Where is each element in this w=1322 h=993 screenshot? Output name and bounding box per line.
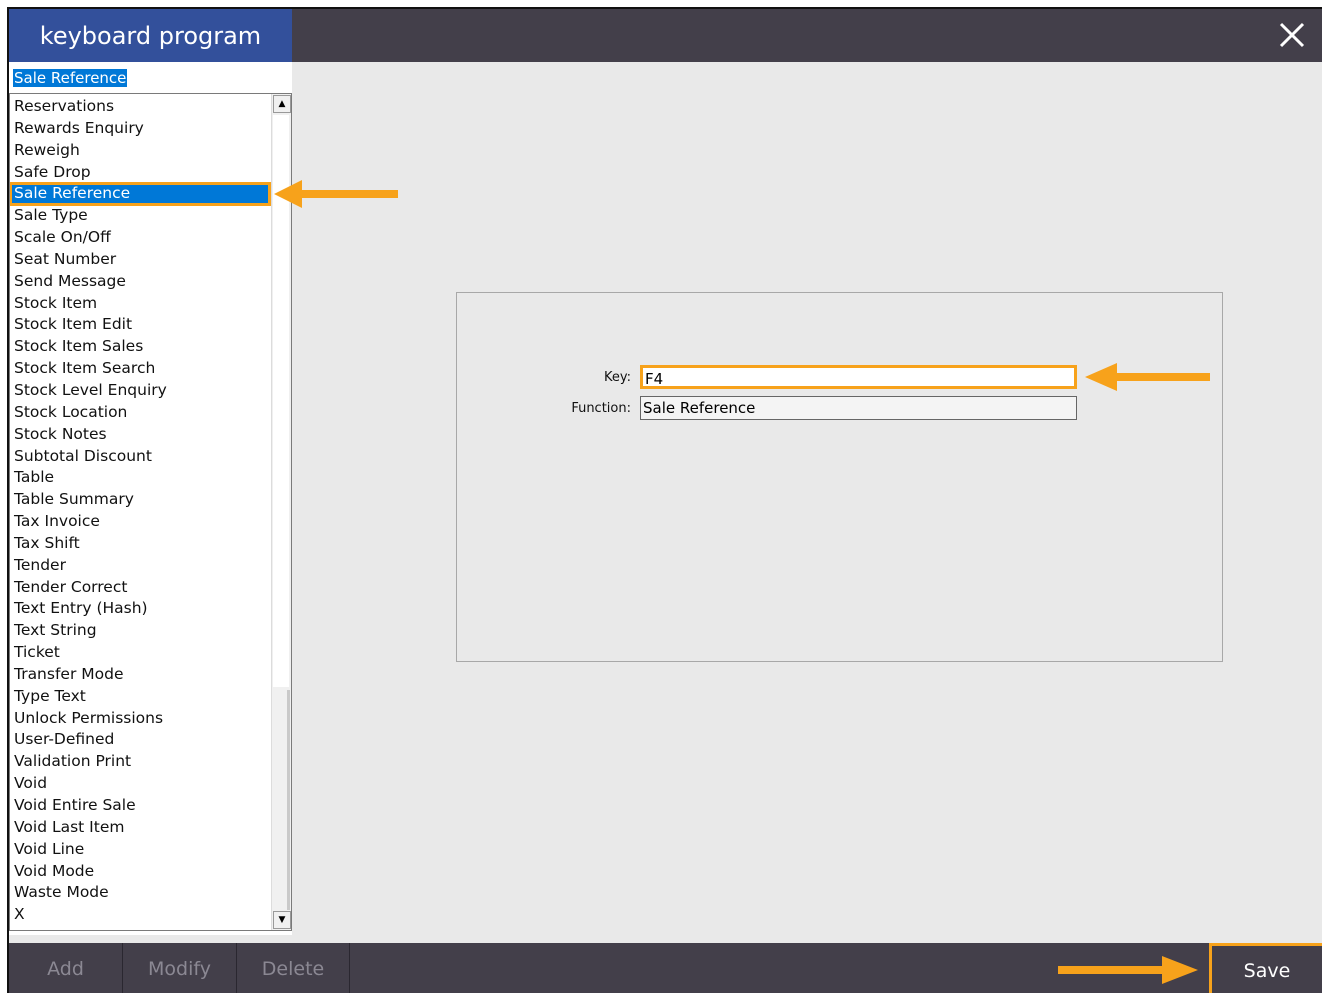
list-item[interactable]: Rewards Enquiry bbox=[10, 118, 270, 140]
list-item[interactable]: Stock Item Search bbox=[10, 358, 270, 380]
list-item[interactable]: Void Last Item bbox=[10, 817, 270, 839]
list-item[interactable]: Tender Correct bbox=[10, 577, 270, 599]
list-item[interactable]: Stock Item Edit bbox=[10, 314, 270, 336]
list-item[interactable]: Void Line bbox=[10, 839, 270, 861]
close-icon bbox=[1279, 22, 1305, 48]
function-listbox[interactable]: Reservations Rewards Enquiry Reweigh Safe D… bbox=[9, 93, 292, 931]
list-item[interactable]: Validation Print bbox=[10, 751, 270, 773]
modify-button[interactable]: Modify bbox=[123, 943, 237, 993]
function-label: Function: bbox=[571, 401, 631, 416]
list-item[interactable]: Void Entire Sale bbox=[10, 795, 270, 817]
scroll-up-button[interactable]: ▲ bbox=[273, 95, 291, 113]
scroll-track-shadow bbox=[287, 690, 290, 910]
close-button[interactable] bbox=[1276, 19, 1308, 51]
list-item[interactable]: Scale On/Off bbox=[10, 227, 270, 249]
list-item[interactable]: Table bbox=[10, 467, 270, 489]
function-search-input[interactable] bbox=[11, 64, 290, 92]
list-item[interactable]: Unlock Permissions bbox=[10, 708, 270, 730]
arrow-left-icon bbox=[274, 180, 398, 208]
list-item[interactable]: Tax Shift bbox=[10, 533, 270, 555]
function-list: Reservations Rewards Enquiry Reweigh Safe D… bbox=[10, 96, 271, 926]
title-bar: keyboard program bbox=[9, 9, 1322, 62]
list-item[interactable]: Type Text bbox=[10, 686, 270, 708]
list-item[interactable]: X bbox=[10, 904, 270, 926]
list-item[interactable]: Reweigh bbox=[10, 140, 270, 162]
list-item[interactable]: Reservations bbox=[10, 96, 270, 118]
scroll-down-icon: ▼ bbox=[278, 915, 286, 925]
list-item[interactable]: Text Entry (Hash) bbox=[10, 598, 270, 620]
window-title: keyboard program bbox=[9, 9, 292, 62]
scroll-down-button[interactable]: ▼ bbox=[273, 911, 291, 929]
list-item[interactable]: Table Summary bbox=[10, 489, 270, 511]
key-detail-panel: Key: F4 Function: Sale Reference bbox=[456, 292, 1223, 662]
list-item[interactable]: Sale Type bbox=[10, 205, 270, 227]
function-sidebar: Sale Reference Reservations Rewards Enqui… bbox=[9, 62, 292, 935]
list-item[interactable]: Tender bbox=[10, 555, 270, 577]
list-item[interactable]: Waste Mode bbox=[10, 882, 270, 904]
function-field: Sale Reference bbox=[640, 396, 1077, 420]
list-item[interactable]: Stock Location bbox=[10, 402, 270, 424]
delete-button[interactable]: Delete bbox=[237, 943, 350, 993]
list-item[interactable]: Tax Invoice bbox=[10, 511, 270, 533]
list-item[interactable]: Void bbox=[10, 773, 270, 795]
arrow-right-icon bbox=[1058, 956, 1198, 984]
list-item[interactable]: Stock Notes bbox=[10, 424, 270, 446]
list-item[interactable]: Subtotal Discount bbox=[10, 446, 270, 468]
list-item[interactable]: User-Defined bbox=[10, 729, 270, 751]
add-button[interactable]: Add bbox=[9, 943, 123, 993]
list-item[interactable]: Stock Item Sales bbox=[10, 336, 270, 358]
list-item[interactable]: Send Message bbox=[10, 271, 270, 293]
key-field[interactable]: F4 bbox=[640, 365, 1077, 389]
scroll-up-icon: ▲ bbox=[278, 99, 286, 109]
list-scrollbar[interactable]: ▲ ▼ bbox=[271, 94, 291, 930]
arrow-left-icon bbox=[1085, 363, 1210, 391]
list-item-selected[interactable]: Sale Reference bbox=[10, 182, 271, 207]
save-button[interactable]: Save bbox=[1209, 943, 1322, 993]
list-item[interactable]: Stock Item bbox=[10, 293, 270, 315]
list-item[interactable]: Void Mode bbox=[10, 861, 270, 883]
list-item[interactable]: Seat Number bbox=[10, 249, 270, 271]
key-label: Key: bbox=[603, 370, 631, 385]
list-item[interactable]: Ticket bbox=[10, 642, 270, 664]
list-item[interactable]: Text String bbox=[10, 620, 270, 642]
list-item[interactable]: Stock Level Enquiry bbox=[10, 380, 270, 402]
list-item[interactable]: Safe Drop bbox=[10, 162, 270, 184]
list-item[interactable]: Transfer Mode bbox=[10, 664, 270, 686]
keyboard-program-window: keyboard program Sale Reference Reservat… bbox=[7, 7, 1322, 993]
